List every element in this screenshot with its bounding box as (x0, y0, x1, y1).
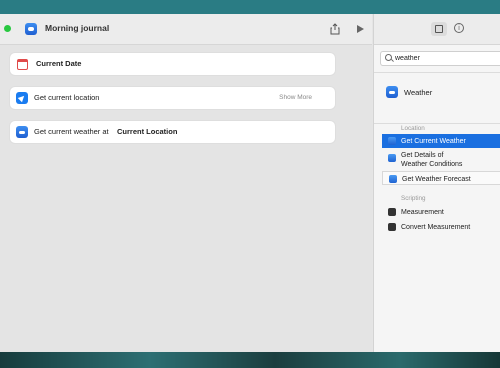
info-tab-icon[interactable]: i (454, 23, 464, 33)
search-input[interactable] (395, 52, 495, 64)
show-more-button[interactable]: Show More (279, 94, 312, 101)
divider (374, 72, 500, 73)
location-arrow-icon (16, 92, 28, 104)
measurement-icon (388, 223, 396, 231)
action-item-label: Get Weather Forecast (402, 176, 471, 183)
sidebar-toolbar: i (374, 14, 500, 45)
calendar-icon (17, 59, 28, 70)
share-icon[interactable] (330, 23, 340, 35)
title-bar: Morning journal (0, 14, 372, 45)
current-location-variable[interactable]: Current Location (117, 127, 177, 136)
weather-app-icon (386, 86, 398, 98)
shortcut-editor: Current Date Get current location Show M… (0, 45, 372, 352)
window-zoom-button[interactable] (4, 25, 11, 32)
action-item-label: Get Current Weather (401, 138, 466, 145)
section-header-scripting: Scripting (401, 195, 426, 202)
desktop-background-top (0, 0, 500, 14)
action-label: Get current weather at (34, 127, 109, 136)
current-date-variable[interactable]: Current Date (36, 59, 81, 68)
action-item-get-weather-forecast[interactable]: Get Weather Forecast (382, 171, 500, 185)
library-tab-icon[interactable] (431, 22, 447, 36)
desktop-background-bottom (0, 352, 500, 368)
action-item-label: Get Details of Weather Conditions (401, 152, 463, 168)
shortcuts-window: Morning journal Current Date Get current… (0, 14, 500, 352)
search-icon (385, 54, 392, 61)
weather-icon (388, 137, 396, 145)
search-field[interactable] (380, 51, 500, 66)
action-item-label: Measurement (401, 209, 444, 216)
measurement-icon (388, 208, 396, 216)
weather-icon (388, 154, 396, 162)
weather-icon (16, 126, 28, 138)
divider (374, 123, 500, 124)
shortcut-app-icon[interactable] (25, 23, 37, 35)
section-header-location: Location (401, 125, 425, 132)
action-label: Get current location (34, 93, 100, 102)
weather-icon (389, 175, 397, 183)
action-item-get-details-of-weather-conditions[interactable]: Get Details of Weather Conditions (382, 150, 500, 171)
action-item-convert-measurement[interactable]: Convert Measurement (382, 220, 500, 234)
action-get-current-weather[interactable]: Get current weather at Current Location (10, 121, 335, 143)
action-item-label: Convert Measurement (401, 224, 471, 231)
action-get-current-location[interactable]: Get current location Show More (10, 87, 335, 109)
run-button[interactable] (357, 25, 364, 33)
window-title: Morning journal (45, 23, 110, 33)
action-item-measurement[interactable]: Measurement (382, 205, 500, 219)
action-library-sidebar: i Weather Location Get Current Weather G… (373, 14, 500, 352)
action-current-date[interactable]: Current Date (10, 53, 335, 75)
app-label: Weather (404, 88, 433, 97)
action-item-get-current-weather[interactable]: Get Current Weather (382, 134, 500, 148)
